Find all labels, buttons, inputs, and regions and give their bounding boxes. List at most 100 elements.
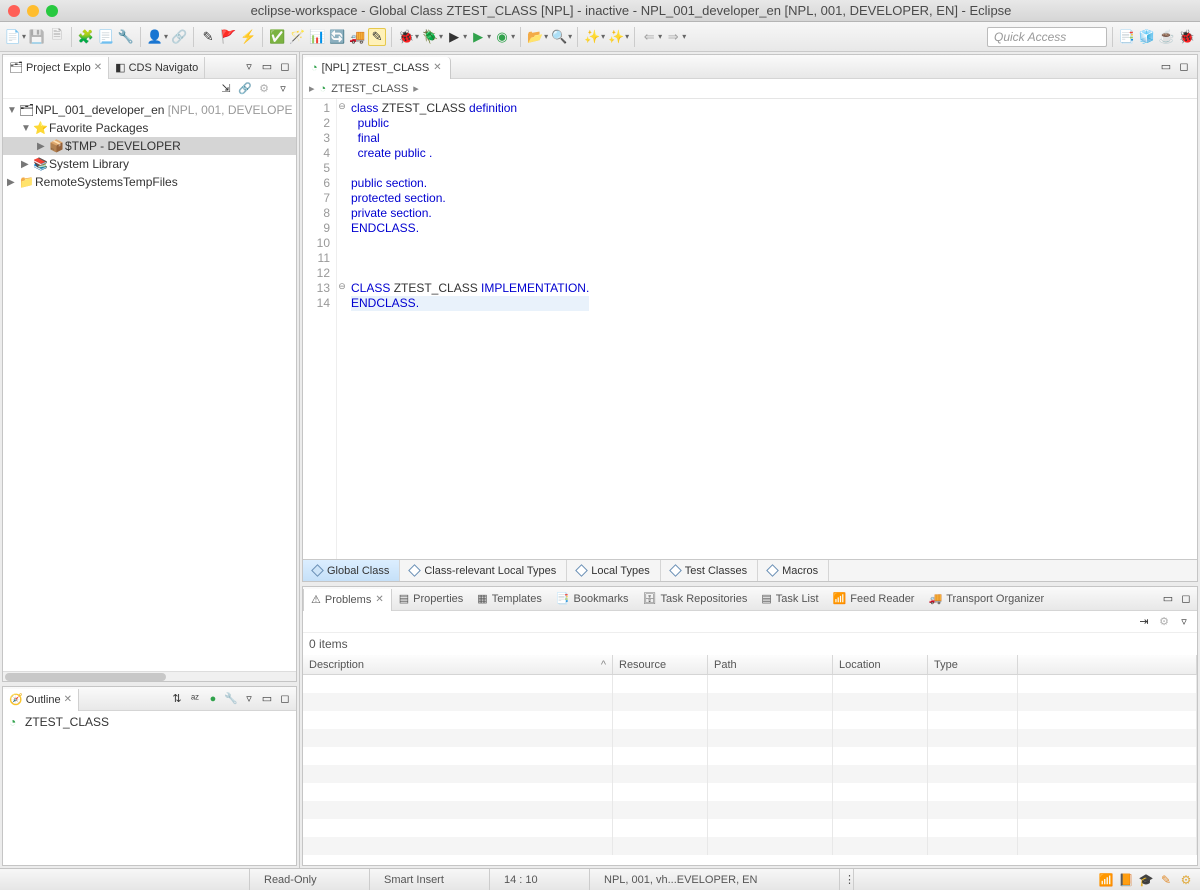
persp-debug-icon[interactable]: 🐞 bbox=[1178, 28, 1196, 46]
editor-subtab[interactable]: Test Classes bbox=[661, 560, 758, 581]
horizontal-scrollbar[interactable] bbox=[3, 671, 296, 681]
breadcrumb[interactable]: ▸ ◔ ZTEST_CLASS ▸ bbox=[303, 79, 1197, 99]
refresh-icon[interactable]: 🔄 bbox=[328, 28, 346, 46]
project-explorer-tab[interactable]: 🗂 Project Explo ✕ bbox=[3, 57, 109, 79]
debug2-icon[interactable]: 🪲 bbox=[421, 28, 439, 46]
editor-subtab[interactable]: Local Types bbox=[567, 560, 661, 581]
close-icon[interactable]: ✕ bbox=[94, 62, 102, 73]
outline-tree[interactable]: ◔ ZTEST_CLASS bbox=[3, 711, 296, 865]
chevron-down-icon[interactable]: ▿ bbox=[242, 692, 256, 706]
book-icon[interactable]: 📙 bbox=[1118, 872, 1134, 888]
zoom-window[interactable] bbox=[46, 5, 58, 17]
editor-subtab[interactable]: Macros bbox=[758, 560, 829, 581]
fwd-icon[interactable]: ⇒ bbox=[664, 28, 682, 46]
minimize-icon[interactable]: ▭ bbox=[260, 692, 274, 706]
minimize-icon[interactable]: ▭ bbox=[1161, 592, 1175, 606]
maximize-icon[interactable]: ◻ bbox=[1179, 592, 1193, 606]
minimize-window[interactable] bbox=[27, 5, 39, 17]
highlight-icon[interactable]: ✎ bbox=[368, 28, 386, 46]
problems-table[interactable]: Description^ResourcePathLocationType bbox=[303, 655, 1197, 865]
link-editor-icon[interactable]: 🔗 bbox=[238, 81, 252, 95]
editor-subtab[interactable]: Class-relevant Local Types bbox=[400, 560, 567, 581]
transport-icon[interactable]: 🚚 bbox=[348, 28, 366, 46]
col-location[interactable]: Location bbox=[833, 655, 928, 674]
maximize-icon[interactable]: ◻ bbox=[1177, 60, 1191, 74]
wand3-icon[interactable]: ✨ bbox=[607, 28, 625, 46]
breadcrumb-item[interactable]: ZTEST_CLASS bbox=[331, 83, 408, 95]
bottom-tab-task-list[interactable]: ▤Task List bbox=[754, 588, 825, 610]
col-description[interactable]: Description^ bbox=[303, 655, 613, 674]
cds-navigator-tab[interactable]: ◧ CDS Navigato bbox=[109, 57, 205, 79]
edit-icon[interactable]: ✎ bbox=[1158, 872, 1174, 888]
fold-column[interactable]: ⊖⊖ bbox=[337, 101, 347, 311]
minimize-icon[interactable]: ▭ bbox=[260, 60, 274, 74]
sort-icon[interactable]: ⇅ bbox=[170, 692, 184, 706]
trace-icon[interactable]: 📊 bbox=[308, 28, 326, 46]
filter-icon[interactable]: ⚙ bbox=[257, 81, 271, 95]
persp-open-icon[interactable]: 📑 bbox=[1118, 28, 1136, 46]
quick-access-input[interactable]: Quick Access bbox=[987, 27, 1107, 47]
wand-icon[interactable]: 🪄 bbox=[288, 28, 306, 46]
check-flag-icon[interactable]: 🚩 bbox=[219, 28, 237, 46]
tool-icon[interactable]: 🔧 bbox=[117, 28, 135, 46]
debug-icon[interactable]: 🐞 bbox=[397, 28, 415, 46]
tree-tmp-package[interactable]: ▶📦 $TMP - DEVELOPER bbox=[3, 137, 296, 155]
col-path[interactable]: Path bbox=[708, 655, 833, 674]
az-icon[interactable]: ᵃᶻ bbox=[188, 692, 202, 706]
doc-icon[interactable]: 📃 bbox=[97, 28, 115, 46]
run-ext-icon[interactable]: ▶ bbox=[469, 28, 487, 46]
filter2-icon[interactable]: ⇥ bbox=[1137, 615, 1151, 629]
user-icon[interactable]: 👤 bbox=[146, 28, 164, 46]
chevron-down-icon[interactable]: ▿ bbox=[242, 60, 256, 74]
activate-icon[interactable]: ⚡ bbox=[239, 28, 257, 46]
tree-remote-systems[interactable]: ▶📁 RemoteSystemsTempFiles bbox=[3, 173, 296, 191]
menu-icon[interactable]: ▿ bbox=[1177, 615, 1191, 629]
project-tree[interactable]: ▼🗂 NPL_001_developer_en [NPL, 001, DEVEL… bbox=[3, 99, 296, 671]
tree-project-root[interactable]: ▼🗂 NPL_001_developer_en [NPL, 001, DEVEL… bbox=[3, 101, 296, 119]
collapse-icon[interactable]: ⇲ bbox=[219, 81, 233, 95]
feed-icon[interactable]: 📶 bbox=[1098, 872, 1114, 888]
bottom-tab-transport-organizer[interactable]: 🚚Transport Organizer bbox=[921, 588, 1051, 610]
outline-tab[interactable]: 🧭 Outline ✕ bbox=[3, 689, 79, 711]
search-icon[interactable]: 🔍 bbox=[550, 28, 568, 46]
dot-icon[interactable]: ● bbox=[206, 692, 220, 706]
bottom-tab-properties[interactable]: ▤Properties bbox=[392, 588, 471, 610]
run-icon[interactable]: ▶ bbox=[445, 28, 463, 46]
col-resource[interactable]: Resource bbox=[613, 655, 708, 674]
menu-icon[interactable]: ▿ bbox=[276, 81, 290, 95]
close-icon[interactable]: ✕ bbox=[64, 694, 72, 705]
save-all-icon[interactable]: 🗎 bbox=[48, 28, 66, 46]
bottom-tab-problems[interactable]: ⚠Problems✕ bbox=[303, 589, 392, 611]
minimize-icon[interactable]: ▭ bbox=[1159, 60, 1173, 74]
editor-tab[interactable]: ◔ [NPL] ZTEST_CLASS ✕ bbox=[303, 57, 451, 79]
bottom-tab-templates[interactable]: ▦Templates bbox=[470, 588, 549, 610]
back-icon[interactable]: ⇐ bbox=[640, 28, 658, 46]
persp-abap-icon[interactable]: 🧊 bbox=[1138, 28, 1156, 46]
abap-open-icon[interactable]: 🧩 bbox=[77, 28, 95, 46]
new-icon[interactable]: 📄 bbox=[4, 28, 22, 46]
code-content[interactable]: class ZTEST_CLASS definition public fina… bbox=[337, 99, 589, 559]
link-icon[interactable]: 🔗 bbox=[170, 28, 188, 46]
grad-icon[interactable]: 🎓 bbox=[1138, 872, 1154, 888]
tree-system-library[interactable]: ▶📚 System Library bbox=[3, 155, 296, 173]
wand2-icon[interactable]: ✨ bbox=[583, 28, 601, 46]
maximize-icon[interactable]: ◻ bbox=[278, 692, 292, 706]
persp-java-icon[interactable]: ☕ bbox=[1158, 28, 1176, 46]
editor-subtab[interactable]: Global Class bbox=[303, 560, 400, 581]
unit-test-icon[interactable]: ✅ bbox=[268, 28, 286, 46]
bottom-tab-feed-reader[interactable]: 📶Feed Reader bbox=[826, 588, 922, 610]
coverage-icon[interactable]: ◉ bbox=[493, 28, 511, 46]
col-type[interactable]: Type bbox=[928, 655, 1018, 674]
bottom-tab-task-repositories[interactable]: 🗄Task Repositories bbox=[636, 588, 755, 610]
code-editor[interactable]: 1234567891011121314 ⊖⊖ class ZTEST_CLASS… bbox=[303, 99, 1197, 559]
edit-icon[interactable]: ✎ bbox=[199, 28, 217, 46]
bottom-tab-bookmarks[interactable]: 📑Bookmarks bbox=[549, 588, 636, 610]
close-window[interactable] bbox=[8, 5, 20, 17]
open-folder-icon[interactable]: 📂 bbox=[526, 28, 544, 46]
close-icon[interactable]: ✕ bbox=[375, 594, 383, 605]
save-icon[interactable]: 💾 bbox=[28, 28, 46, 46]
tree-favorite-packages[interactable]: ▼⭐ Favorite Packages bbox=[3, 119, 296, 137]
wrench-icon[interactable]: 🔧 bbox=[224, 692, 238, 706]
outline-item[interactable]: ◔ ZTEST_CLASS bbox=[3, 713, 296, 731]
gear-icon[interactable]: ⚙ bbox=[1157, 615, 1171, 629]
